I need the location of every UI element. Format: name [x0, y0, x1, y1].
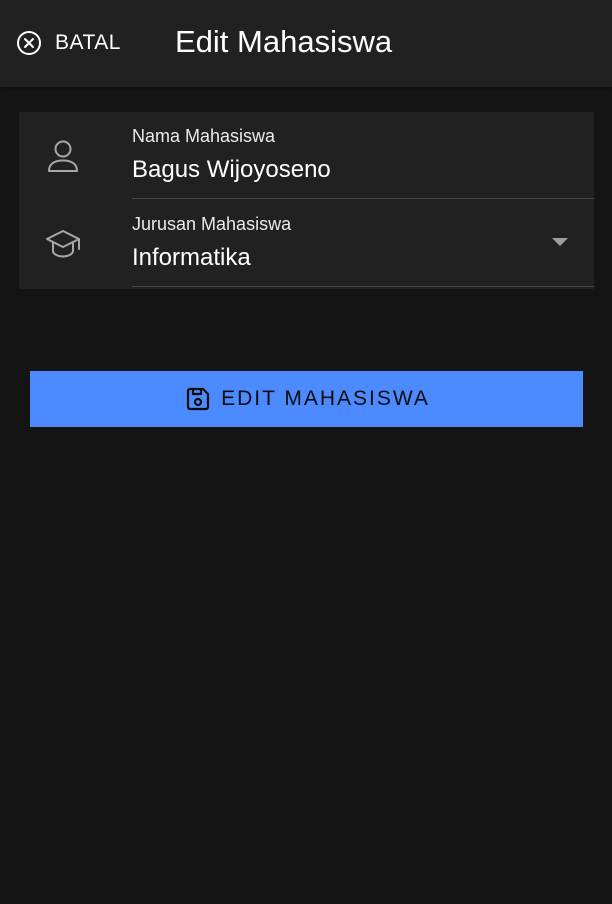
edit-student-button[interactable]: EDIT MAHASISWA: [30, 371, 583, 427]
person-icon: [43, 136, 83, 176]
close-circle-icon: [14, 28, 44, 58]
name-value[interactable]: Bagus Wijoyoseno: [132, 156, 331, 184]
name-label: Nama Mahasiswa: [132, 126, 276, 146]
edit-student-label: EDIT MAHASISWA: [221, 387, 430, 410]
major-label: Jurusan Mahasiswa: [132, 214, 292, 234]
save-icon: [183, 384, 213, 414]
graduation-cap-icon: [43, 224, 83, 264]
major-select[interactable]: Jurusan Mahasiswa Informatika: [132, 200, 594, 287]
name-input[interactable]: Nama Mahasiswa Bagus Wijoyoseno: [132, 112, 594, 199]
dropdown-arrow-icon[interactable]: [552, 238, 568, 246]
cancel-button[interactable]: BATAL: [14, 25, 121, 61]
page-title: Edit Mahasiswa: [175, 24, 393, 59]
top-app-bar: BATAL Edit Mahasiswa: [0, 0, 612, 87]
major-value[interactable]: Informatika: [132, 244, 251, 272]
student-form: Nama Mahasiswa Bagus Wijoyoseno Jurusan …: [19, 112, 594, 289]
cancel-label: BATAL: [55, 31, 121, 54]
